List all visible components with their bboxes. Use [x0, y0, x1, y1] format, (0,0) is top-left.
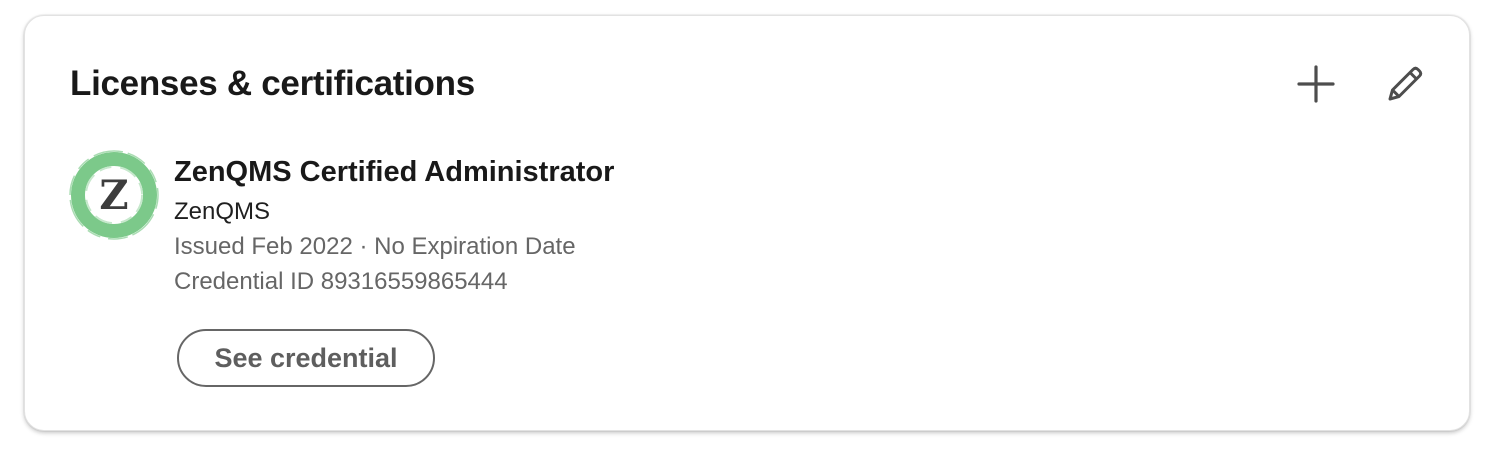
- issue-date: Issued Feb 2022 · No Expiration Date: [174, 233, 576, 260]
- zenqms-logo: Z: [69, 150, 159, 240]
- licenses-certifications-card: Licenses & certifications Z ZenQMS Certi…: [24, 15, 1470, 431]
- add-certification-button[interactable]: [1288, 56, 1344, 112]
- credential-id: Credential ID 89316559865444: [174, 268, 508, 295]
- logo-letter: Z: [99, 172, 128, 219]
- issuing-organization: ZenQMS: [174, 198, 271, 225]
- edit-certifications-button[interactable]: [1377, 56, 1433, 112]
- plus-icon: [1297, 65, 1335, 103]
- pencil-icon: [1388, 66, 1423, 101]
- see-credential-button[interactable]: See credential: [177, 329, 435, 387]
- certification-name[interactable]: ZenQMS Certified Administrator: [174, 154, 614, 190]
- section-title: Licenses & certifications: [70, 64, 475, 103]
- certification-entry: Z ZenQMS Certified Administrator ZenQMS …: [69, 150, 1269, 387]
